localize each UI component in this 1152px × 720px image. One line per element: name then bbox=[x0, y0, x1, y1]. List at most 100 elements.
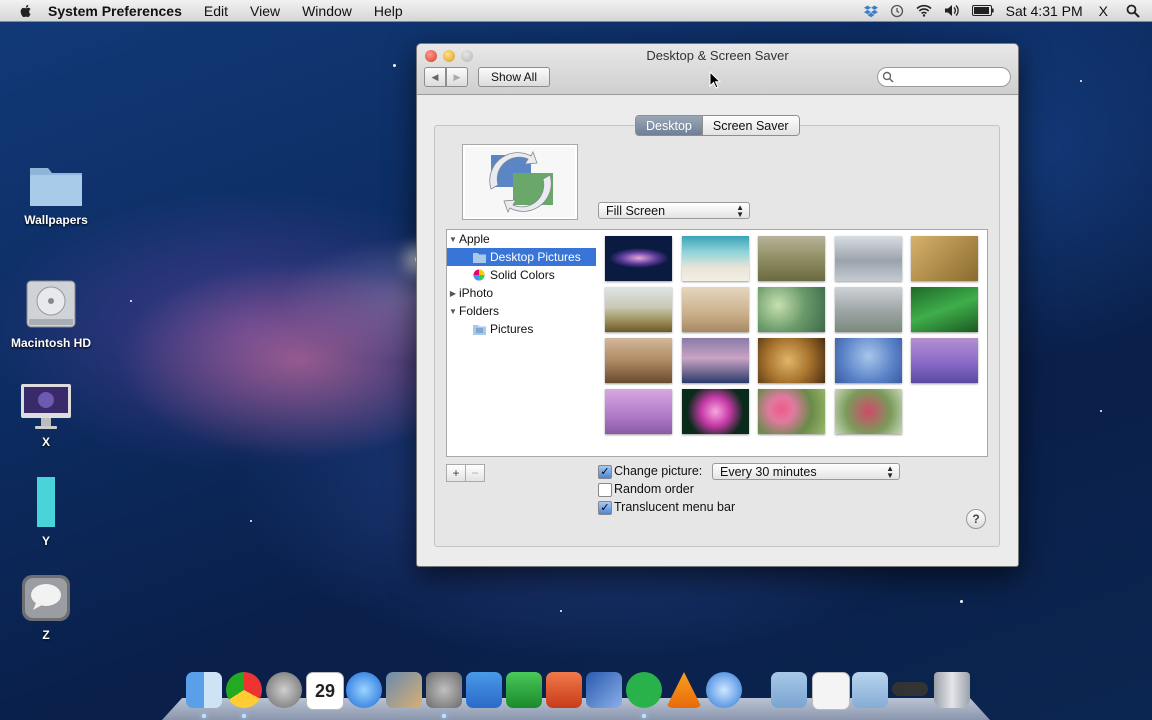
desktop-icon-x[interactable]: X bbox=[1, 382, 91, 449]
source-item-folders[interactable]: ▼ Folders bbox=[447, 302, 597, 320]
vlc-icon[interactable] bbox=[666, 672, 702, 708]
search-field[interactable] bbox=[877, 67, 1011, 87]
back-button[interactable]: ◀ bbox=[424, 67, 446, 87]
search-icon bbox=[882, 71, 894, 83]
spotify-icon[interactable] bbox=[626, 672, 662, 708]
dropbox-icon[interactable] bbox=[863, 4, 878, 18]
change-interval-popup[interactable]: Every 30 minutes ▲ ▼ bbox=[712, 463, 900, 480]
desktop-icon-wallpapers[interactable]: Wallpapers bbox=[11, 160, 101, 227]
calendar-icon[interactable]: 29 bbox=[306, 672, 344, 710]
desktop-icon-z[interactable]: Z bbox=[1, 573, 91, 642]
source-item-apple[interactable]: ▼ Apple bbox=[447, 230, 597, 248]
imac-icon bbox=[21, 384, 71, 429]
source-item-iphoto[interactable]: ▶ iPhoto bbox=[447, 284, 597, 302]
desktop-icon-label: Y bbox=[41, 534, 50, 548]
remove-folder-button[interactable]: − bbox=[465, 464, 485, 482]
wallpaper-thumbnail[interactable] bbox=[911, 287, 978, 332]
document-icon[interactable] bbox=[812, 672, 850, 710]
source-item-desktop-pictures[interactable]: Desktop Pictures bbox=[447, 248, 597, 266]
source-item-solid-colors[interactable]: Solid Colors bbox=[447, 266, 597, 284]
wallpaper-thumbnail[interactable] bbox=[758, 287, 825, 332]
change-picture-checkbox[interactable]: ✓ bbox=[598, 465, 612, 479]
battery-icon[interactable] bbox=[971, 5, 994, 16]
source-label: Solid Colors bbox=[490, 268, 555, 282]
launchpad-icon[interactable] bbox=[266, 672, 302, 708]
powerpoint-icon[interactable] bbox=[546, 672, 582, 708]
word-icon[interactable] bbox=[466, 672, 502, 708]
running-indicator bbox=[242, 714, 246, 718]
desktop-icon-label: X bbox=[41, 435, 50, 449]
change-picture-label: Change picture: bbox=[614, 464, 703, 478]
fit-mode-value: Fill Screen bbox=[606, 203, 666, 218]
trash-icon[interactable] bbox=[934, 672, 970, 708]
wallpaper-thumbnail[interactable] bbox=[605, 389, 672, 434]
add-folder-button[interactable]: + bbox=[446, 464, 466, 482]
show-all-button[interactable]: Show All bbox=[478, 67, 550, 87]
chrome-icon[interactable] bbox=[226, 672, 262, 708]
wallpaper-thumbnail[interactable] bbox=[605, 287, 672, 332]
wallpaper-thumbnail[interactable] bbox=[758, 338, 825, 383]
wallpaper-thumbnail[interactable] bbox=[911, 236, 978, 281]
back-arrow-icon: ◀ bbox=[431, 71, 439, 82]
drive-icon[interactable] bbox=[892, 682, 928, 696]
star bbox=[1080, 80, 1082, 82]
wallpaper-thumbnail[interactable] bbox=[835, 338, 902, 383]
wallpaper-thumbnail[interactable] bbox=[605, 236, 672, 281]
running-indicator bbox=[202, 714, 206, 718]
desktop-icon-macintosh-hd[interactable]: Macintosh HD bbox=[6, 275, 96, 350]
picture-grid bbox=[596, 229, 988, 457]
menu-view[interactable]: View bbox=[250, 3, 280, 19]
forward-arrow-icon: ▶ bbox=[453, 71, 461, 82]
user-menu[interactable]: X bbox=[1099, 3, 1108, 19]
iphoto-icon[interactable] bbox=[386, 672, 422, 708]
source-item-pictures[interactable]: Pictures bbox=[447, 320, 597, 338]
downloads-folder-icon[interactable] bbox=[852, 672, 888, 708]
wallpaper-thumbnail[interactable] bbox=[835, 389, 902, 434]
random-order-checkbox[interactable] bbox=[598, 483, 612, 497]
quicktime-icon[interactable] bbox=[706, 672, 742, 708]
current-picture-preview bbox=[462, 144, 578, 220]
menu-help[interactable]: Help bbox=[374, 3, 403, 19]
time-machine-icon[interactable] bbox=[890, 4, 904, 18]
expression-icon[interactable] bbox=[586, 672, 622, 708]
star bbox=[250, 520, 252, 522]
wallpaper-thumbnail[interactable] bbox=[835, 287, 902, 332]
popup-arrows-icon: ▲ ▼ bbox=[736, 203, 744, 219]
apple-menu-icon[interactable] bbox=[18, 3, 34, 19]
wallpaper-thumbnail[interactable] bbox=[758, 236, 825, 281]
help-button[interactable]: ? bbox=[966, 509, 986, 529]
wallpaper-thumbnail[interactable] bbox=[758, 389, 825, 434]
wallpaper-thumbnail[interactable] bbox=[682, 338, 749, 383]
wifi-icon[interactable] bbox=[916, 4, 932, 17]
menu-edit[interactable]: Edit bbox=[204, 3, 228, 19]
desktop-icon-y[interactable]: Y bbox=[1, 475, 91, 548]
tab-desktop[interactable]: Desktop bbox=[636, 116, 702, 135]
clock[interactable]: Sat 4:31 PM bbox=[1006, 3, 1083, 19]
wallpaper-thumbnail[interactable] bbox=[911, 338, 978, 383]
itunes-icon[interactable] bbox=[346, 672, 382, 708]
volume-icon[interactable] bbox=[944, 4, 960, 17]
star bbox=[960, 600, 963, 603]
system-preferences-icon[interactable] bbox=[426, 672, 462, 708]
wallpaper-thumbnail[interactable] bbox=[682, 236, 749, 281]
window-title: Desktop & Screen Saver bbox=[646, 48, 789, 63]
excel-icon[interactable] bbox=[506, 672, 542, 708]
tab-screen-saver[interactable]: Screen Saver bbox=[701, 116, 799, 135]
source-label: Pictures bbox=[490, 322, 534, 336]
disclosure-closed-icon: ▶ bbox=[449, 288, 457, 298]
desktop-icon-label: Z bbox=[42, 628, 50, 642]
finder-icon[interactable] bbox=[186, 672, 222, 708]
translucent-menu-bar-checkbox[interactable]: ✓ bbox=[598, 501, 612, 515]
wallpaper-thumbnail[interactable] bbox=[682, 389, 749, 434]
menu-app-name[interactable]: System Preferences bbox=[48, 3, 182, 19]
wallpaper-thumbnail[interactable] bbox=[605, 338, 672, 383]
wallpaper-thumbnail[interactable] bbox=[835, 236, 902, 281]
wallpaper-thumbnail[interactable] bbox=[682, 287, 749, 332]
applications-folder-icon[interactable] bbox=[771, 672, 807, 708]
running-indicator bbox=[642, 714, 646, 718]
spotlight-search-icon[interactable] bbox=[1126, 4, 1140, 18]
speech-bubble-icon bbox=[22, 575, 70, 621]
menu-window[interactable]: Window bbox=[302, 3, 352, 19]
fit-mode-popup[interactable]: Fill Screen ▲ ▼ bbox=[598, 202, 750, 219]
forward-button[interactable]: ▶ bbox=[446, 67, 468, 87]
